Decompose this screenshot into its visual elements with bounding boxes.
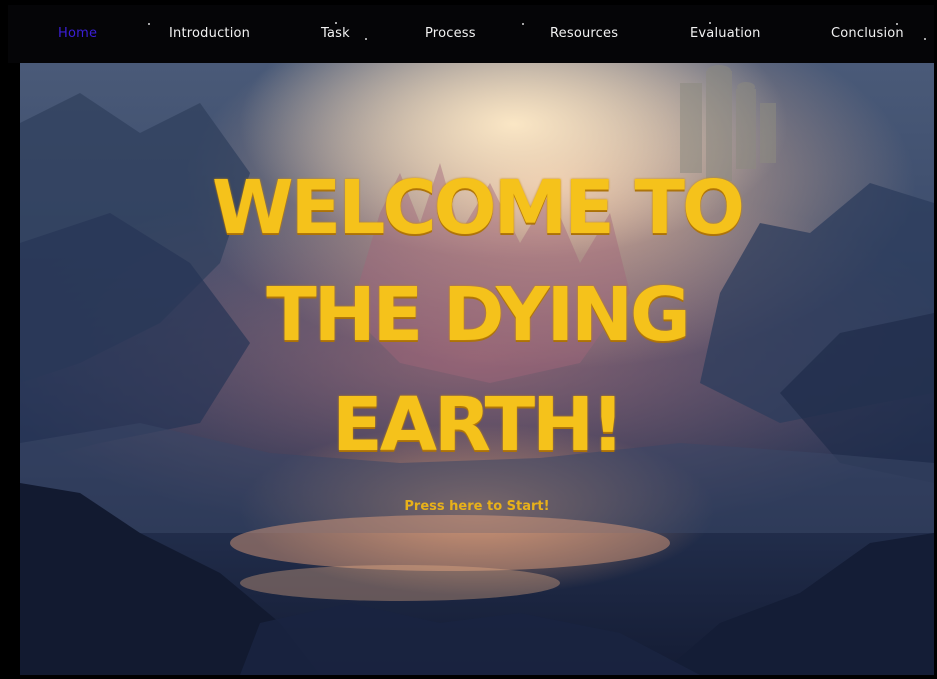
- top-nav: Home Introduction Task Process Resources…: [8, 5, 934, 63]
- headline-line-3: EARTH!: [332, 382, 625, 468]
- headline-line-1: WELCOME TO: [212, 165, 745, 251]
- nav-home[interactable]: Home: [58, 26, 97, 41]
- nav-dot-icon: [924, 38, 926, 40]
- nav-dot-icon: [522, 23, 524, 25]
- nav-dot-icon: [148, 23, 150, 25]
- nav-process[interactable]: Process: [425, 26, 476, 41]
- nav-resources[interactable]: Resources: [550, 26, 618, 41]
- page: Home Introduction Task Process Resources…: [0, 0, 937, 679]
- nav-dot-icon: [709, 22, 711, 24]
- landscape-illustration: [20, 65, 934, 675]
- hero-banner: WELCOME TO THE DYING EARTH! Press here t…: [20, 63, 934, 675]
- headline-line-2: THE DYING: [266, 272, 691, 358]
- nav-dot-icon: [335, 22, 337, 24]
- nav-dot-icon: [896, 23, 898, 25]
- nav-dot-icon: [365, 38, 367, 40]
- nav-task[interactable]: Task: [321, 26, 350, 41]
- start-link[interactable]: Press here to Start!: [20, 499, 934, 514]
- nav-introduction[interactable]: Introduction: [169, 26, 250, 41]
- nav-evaluation[interactable]: Evaluation: [690, 26, 761, 41]
- nav-conclusion[interactable]: Conclusion: [831, 26, 904, 41]
